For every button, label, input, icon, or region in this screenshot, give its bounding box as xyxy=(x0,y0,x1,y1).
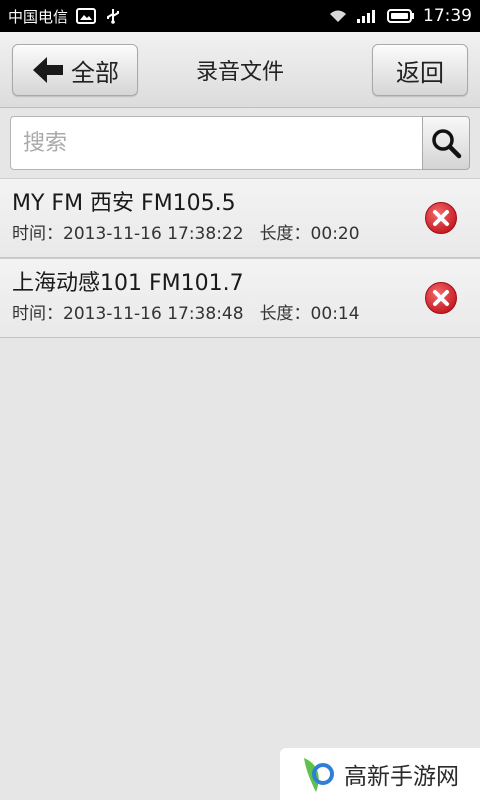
status-left: 中国电信 xyxy=(8,6,122,27)
recording-meta: 时间：2013-11-16 17:38:48 长度：00:14 xyxy=(12,301,480,327)
status-bar: 中国电信 17:39 xyxy=(0,0,480,32)
list-item[interactable]: MY FM 西安 FM105.5 时间：2013-11-16 17:38:22 长… xyxy=(0,178,480,258)
search-icon xyxy=(430,127,462,159)
signal-icon xyxy=(355,8,379,24)
recording-meta: 时间：2013-11-16 17:38:22 长度：00:20 xyxy=(12,221,480,247)
recording-time: 时间：2013-11-16 17:38:22 xyxy=(12,224,244,244)
header-bar: 全部 录音文件 返回 xyxy=(0,32,480,108)
carrier-label: 中国电信 xyxy=(8,7,69,26)
recording-duration: 长度：00:14 xyxy=(259,304,360,324)
recording-duration: 长度：00:20 xyxy=(259,224,360,244)
status-right: 17:39 xyxy=(329,6,472,26)
list-item[interactable]: 上海动感101 FM101.7 时间：2013-11-16 17:38:48 长度… xyxy=(0,258,480,338)
back-button-label: 返回 xyxy=(396,58,444,87)
usb-icon xyxy=(104,8,122,24)
delete-icon xyxy=(424,281,458,315)
watermark-text: 高新手游网 xyxy=(344,764,459,790)
wifi-icon xyxy=(329,9,347,23)
delete-button[interactable] xyxy=(424,201,458,235)
recording-list: MY FM 西安 FM105.5 时间：2013-11-16 17:38:22 长… xyxy=(0,178,480,338)
all-button-label: 全部 xyxy=(71,58,119,87)
delete-button[interactable] xyxy=(424,281,458,315)
clock: 17:39 xyxy=(423,6,472,26)
image-notification-icon xyxy=(76,8,97,24)
search-button[interactable] xyxy=(422,116,470,170)
search-bar xyxy=(0,108,480,178)
recording-title: MY FM 西安 FM105.5 xyxy=(12,191,236,216)
arrow-left-icon xyxy=(31,55,65,85)
search-input[interactable] xyxy=(10,116,424,170)
delete-icon xyxy=(424,201,458,235)
back-button[interactable]: 返回 xyxy=(372,44,468,96)
all-button[interactable]: 全部 xyxy=(12,44,138,96)
watermark: 高新手游网 xyxy=(280,748,480,800)
battery-icon xyxy=(387,8,415,24)
recording-title: 上海动感101 FM101.7 xyxy=(12,271,244,296)
recording-time: 时间：2013-11-16 17:38:48 xyxy=(12,304,244,324)
watermark-logo-icon xyxy=(296,754,336,794)
